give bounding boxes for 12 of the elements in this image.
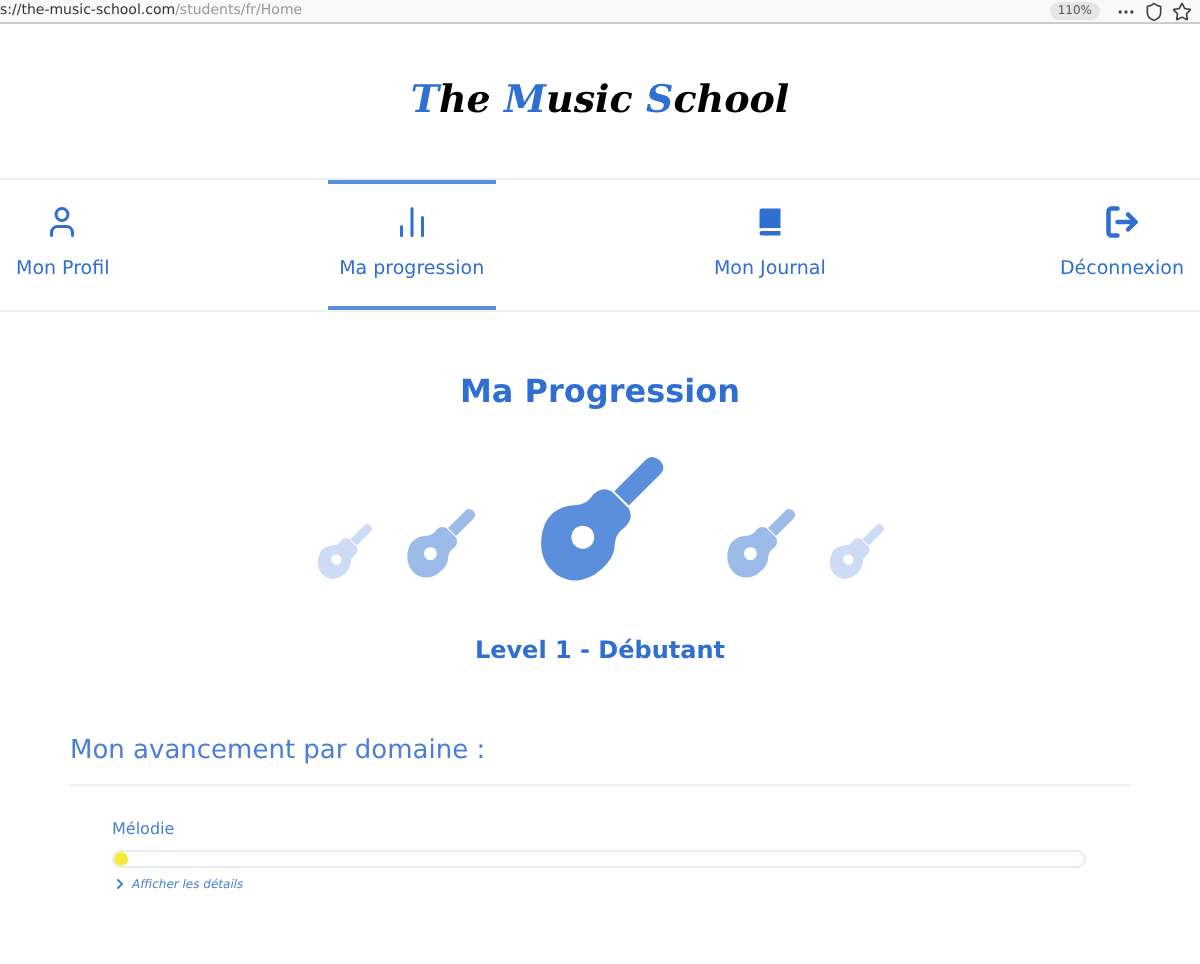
star-icon[interactable] xyxy=(1172,1,1192,21)
logout-icon xyxy=(1103,204,1140,241)
nav-tab[interactable]: Déconnexion xyxy=(1043,180,1200,310)
nav-tab[interactable]: Mon Profil xyxy=(0,180,126,310)
level-label: Level 1 - Débutant xyxy=(472,634,728,668)
page-title: Ma Progression xyxy=(457,370,742,414)
chevron-icon xyxy=(112,876,128,892)
section-title: Mon avancement par domaine : xyxy=(70,734,488,770)
domain-label: Mélodie xyxy=(112,817,177,841)
nav-tab[interactable]: Mon Journal xyxy=(697,180,842,310)
nav-tab[interactable]: Ma progression xyxy=(327,180,496,310)
logo: The Music School xyxy=(410,76,790,127)
